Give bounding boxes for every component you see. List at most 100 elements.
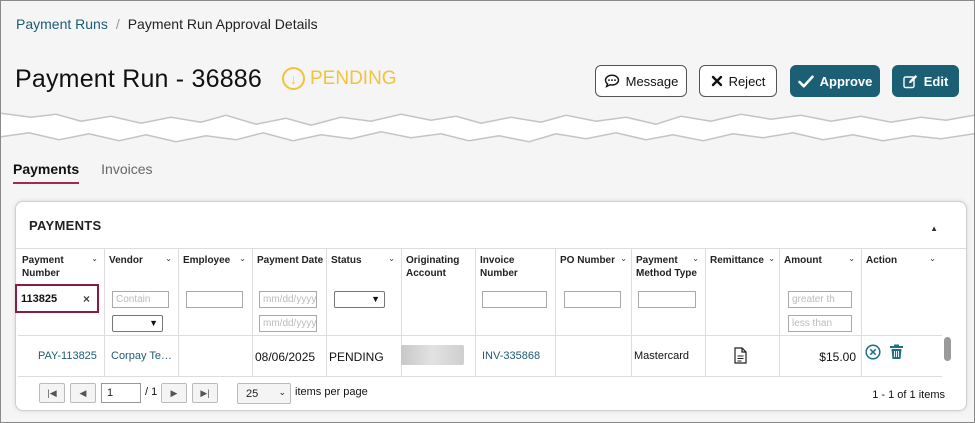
page-size-value: 25 bbox=[246, 388, 259, 400]
breadcrumb-current: Payment Run Approval Details bbox=[127, 16, 318, 32]
column-label: Vendor bbox=[109, 255, 143, 266]
vendor-link[interactable]: Corpay Te… bbox=[111, 350, 172, 362]
panel-title: PAYMENTS bbox=[29, 218, 102, 233]
column-header-remittance[interactable]: Remittance ⌄ bbox=[705, 248, 779, 335]
invoice-number-filter-input[interactable] bbox=[482, 291, 547, 308]
cell-divider bbox=[104, 335, 105, 376]
payment-number-filter-value: 113825 bbox=[21, 293, 58, 305]
amount-max-filter-input[interactable]: less than bbox=[788, 315, 852, 332]
payment-date-to-input[interactable]: mm/dd/yyyy bbox=[259, 315, 317, 332]
collapse-caret-icon[interactable]: ▲ bbox=[930, 224, 938, 233]
column-label: Payment Date bbox=[257, 255, 324, 266]
total-pages: / 1 bbox=[145, 386, 158, 398]
column-label: Amount bbox=[784, 255, 822, 266]
invoice-number-link[interactable]: INV-335868 bbox=[482, 350, 540, 362]
column-label: Payment Method Type bbox=[636, 255, 697, 279]
column-header-action[interactable]: Action ⌄ bbox=[861, 248, 942, 335]
column-menu-chevron-icon[interactable]: ⌄ bbox=[165, 254, 172, 263]
pending-arrow-icon: ↓ bbox=[282, 67, 305, 90]
app-window: Payment Runs / Payment Run Approval Detail… bbox=[0, 0, 975, 423]
trash-icon[interactable] bbox=[889, 344, 904, 365]
vendor-filter-operator-select[interactable]: ▼ bbox=[112, 315, 163, 332]
chevron-down-icon: ⌄ bbox=[278, 387, 286, 397]
grid-scrollbar-thumb[interactable] bbox=[944, 337, 951, 361]
amount-min-filter-input[interactable]: greater th bbox=[788, 291, 852, 308]
page-size-select[interactable]: 25 ⌄ bbox=[237, 383, 291, 404]
clear-filter-icon[interactable]: × bbox=[83, 292, 90, 306]
payment-method-filter-input[interactable] bbox=[638, 291, 696, 308]
payment-date-cell: 08/06/2025 bbox=[255, 350, 316, 364]
chevron-down-icon: ▼ bbox=[371, 294, 380, 304]
page-title: Payment Run - 36886 bbox=[15, 65, 263, 93]
column-label: Status bbox=[331, 255, 362, 266]
cell-divider bbox=[178, 335, 179, 376]
pagination-bar: |◀ ◀ 1 / 1 ▶ ▶| 25 ⌄ items per page 1 - … bbox=[18, 377, 945, 407]
approve-button[interactable]: Approve bbox=[790, 65, 880, 97]
last-page-button[interactable]: ▶| bbox=[192, 383, 218, 403]
checkmark-icon bbox=[797, 75, 814, 87]
row-divider bbox=[18, 335, 942, 336]
column-menu-chevron-icon[interactable]: ⌄ bbox=[768, 254, 775, 263]
remittance-document-icon[interactable] bbox=[734, 347, 747, 369]
breadcrumb-separator: / bbox=[115, 16, 120, 32]
column-label: Employee bbox=[183, 255, 231, 266]
column-menu-chevron-icon[interactable]: ⌄ bbox=[620, 254, 627, 263]
torn-edge-divider bbox=[1, 106, 974, 156]
chat-bubble-icon bbox=[604, 74, 619, 88]
column-label: Remittance bbox=[710, 255, 764, 266]
edit-label: Edit bbox=[923, 73, 949, 89]
approve-label: Approve bbox=[819, 73, 873, 89]
column-menu-chevron-icon[interactable]: ⌄ bbox=[239, 254, 246, 263]
column-label: Action bbox=[866, 255, 898, 266]
cell-divider bbox=[555, 335, 556, 376]
column-menu-chevron-icon[interactable]: ⌄ bbox=[388, 254, 395, 263]
previous-page-button[interactable]: ◀ bbox=[70, 383, 96, 403]
tab-payments[interactable]: Payments bbox=[13, 161, 80, 184]
edit-button[interactable]: Edit bbox=[892, 65, 959, 97]
cell-divider bbox=[705, 335, 706, 376]
cell-divider bbox=[326, 335, 327, 376]
items-count-summary: 1 - 1 of 1 items bbox=[872, 389, 945, 401]
page-number-input[interactable]: 1 bbox=[101, 383, 141, 403]
column-header-originating-account[interactable]: Originating Account bbox=[401, 248, 475, 335]
column-label: Originating Account bbox=[406, 255, 460, 279]
first-page-button[interactable]: |◀ bbox=[39, 383, 65, 403]
cell-divider bbox=[631, 335, 632, 376]
status-badge: ↓ PENDING bbox=[282, 67, 397, 90]
vendor-filter-input[interactable]: Contain bbox=[112, 291, 169, 308]
column-label: PO Number bbox=[560, 255, 616, 266]
column-label: Payment Number bbox=[22, 255, 64, 279]
amount-cell: $15.00 bbox=[819, 350, 856, 364]
payment-method-cell: Mastercard bbox=[634, 350, 690, 362]
breadcrumb: Payment Runs / Payment Run Approval Detail… bbox=[16, 16, 318, 32]
edit-pencil-icon bbox=[903, 74, 917, 88]
reject-button[interactable]: Reject bbox=[699, 65, 777, 97]
column-menu-chevron-icon[interactable]: ⌄ bbox=[692, 254, 699, 263]
column-menu-chevron-icon[interactable]: ⌄ bbox=[848, 254, 855, 263]
cell-divider bbox=[252, 335, 253, 376]
redacted-account bbox=[401, 345, 464, 365]
status-filter-select[interactable]: ▼ bbox=[334, 291, 385, 308]
column-menu-chevron-icon[interactable]: ⌄ bbox=[929, 254, 936, 263]
po-number-filter-input[interactable] bbox=[564, 291, 621, 308]
tab-invoices[interactable]: Invoices bbox=[101, 161, 152, 184]
status-cell: PENDING bbox=[329, 350, 384, 364]
payment-number-filter[interactable]: 113825 × bbox=[15, 284, 99, 313]
employee-filter-input[interactable] bbox=[186, 291, 243, 308]
breadcrumb-payment-runs-link[interactable]: Payment Runs bbox=[16, 16, 108, 32]
payment-number-link[interactable]: PAY-113825 bbox=[38, 350, 97, 362]
cell-divider bbox=[475, 335, 476, 376]
page-header: Payment Runs / Payment Run Approval Detail… bbox=[1, 1, 974, 119]
items-per-page-label: items per page bbox=[295, 386, 368, 398]
next-page-button[interactable]: ▶ bbox=[161, 383, 187, 403]
x-icon bbox=[711, 75, 722, 87]
chevron-down-icon: ▼ bbox=[149, 318, 158, 328]
message-button[interactable]: Message bbox=[595, 65, 687, 97]
column-menu-chevron-icon[interactable]: ⌄ bbox=[91, 254, 98, 263]
payment-date-from-input[interactable]: mm/dd/yyyy bbox=[259, 291, 317, 308]
cell-divider bbox=[861, 335, 862, 376]
tab-bar: Payments Invoices bbox=[13, 161, 153, 184]
status-label: PENDING bbox=[310, 67, 397, 89]
reject-label: Reject bbox=[728, 73, 766, 89]
cancel-circle-icon[interactable] bbox=[865, 344, 881, 365]
